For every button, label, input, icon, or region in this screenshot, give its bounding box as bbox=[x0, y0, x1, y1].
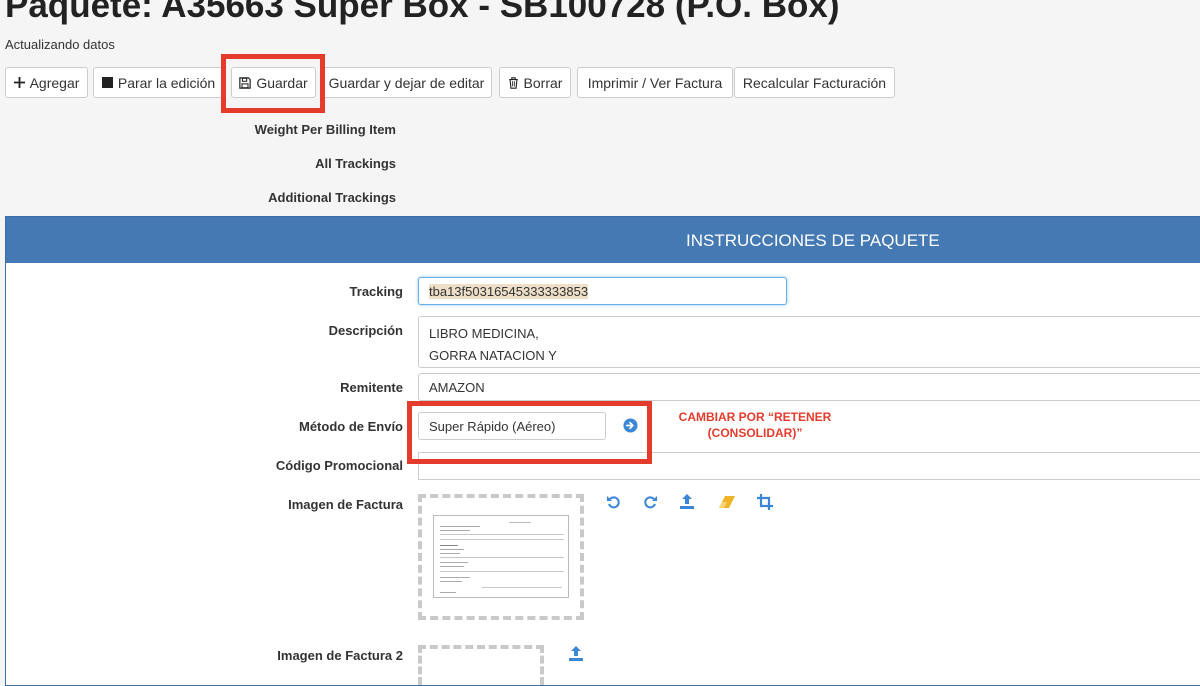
print-invoice-label: Imprimir / Ver Factura bbox=[587, 74, 723, 91]
panel-header: INSTRUCCIONES DE PAQUETE bbox=[6, 217, 1200, 263]
trash-icon bbox=[508, 76, 518, 89]
promo-code-input[interactable] bbox=[418, 452, 607, 480]
upload-icon[interactable] bbox=[679, 493, 695, 510]
description-label: Descripción bbox=[328, 323, 403, 338]
description-textarea[interactable] bbox=[418, 316, 1200, 368]
annotation-line-1: CAMBIAR POR “RETENER bbox=[678, 410, 832, 424]
arrow-right-circle-icon[interactable] bbox=[623, 418, 638, 433]
annotation-text: CAMBIAR POR “RETENER (CONSOLIDAR)” bbox=[655, 409, 855, 441]
invoice-image-label: Imagen de Factura bbox=[288, 497, 403, 512]
crop-icon[interactable] bbox=[757, 494, 773, 510]
recalculate-billing-label: Recalcular Facturación bbox=[742, 74, 887, 91]
save-and-stop-label: Guardar y dejar de editar bbox=[328, 74, 485, 91]
delete-button-label: Borrar bbox=[523, 74, 563, 91]
invoice-thumbnail bbox=[433, 515, 569, 598]
stop-editing-button[interactable]: Parar la edición bbox=[93, 67, 224, 98]
eraser-icon[interactable] bbox=[718, 495, 736, 509]
promo-code-field-right bbox=[607, 452, 1200, 480]
invoice-image-dropzone[interactable] bbox=[418, 494, 584, 620]
save-button-label: Guardar bbox=[256, 74, 308, 91]
weight-per-billing-label: Weight Per Billing Item bbox=[254, 122, 396, 137]
tracking-label: Tracking bbox=[349, 284, 403, 299]
additional-trackings-label: Additional Trackings bbox=[268, 190, 396, 205]
add-button[interactable]: Agregar bbox=[5, 67, 88, 98]
shipping-method-label: Método de Envío bbox=[299, 419, 403, 434]
add-button-label: Agregar bbox=[29, 74, 80, 91]
recalculate-billing-button[interactable]: Recalcular Facturación bbox=[734, 67, 895, 98]
shipping-method-input[interactable] bbox=[418, 412, 606, 440]
print-invoice-button[interactable]: Imprimir / Ver Factura bbox=[577, 67, 733, 98]
annotation-line-2: (CONSOLIDAR)” bbox=[707, 426, 803, 440]
invoice-image-2-label: Imagen de Factura 2 bbox=[277, 648, 403, 663]
floppy-disk-icon bbox=[239, 76, 252, 89]
sender-label: Remitente bbox=[340, 380, 403, 395]
page-title: Paquete: A35663 Super Box - SB100728 (P.… bbox=[5, 0, 840, 25]
save-and-stop-button[interactable]: Guardar y dejar de editar bbox=[321, 67, 492, 98]
stop-icon bbox=[101, 77, 113, 88]
rotate-right-icon[interactable] bbox=[642, 494, 658, 510]
status-text: Actualizando datos bbox=[5, 37, 115, 52]
tracking-input[interactable]: tba13f50316545333333853 bbox=[418, 277, 787, 305]
upload-icon[interactable] bbox=[568, 645, 584, 662]
all-trackings-label: All Trackings bbox=[315, 156, 396, 171]
panel-title: INSTRUCCIONES DE PAQUETE bbox=[686, 231, 940, 250]
invoice-image-2-dropzone[interactable] bbox=[418, 645, 544, 685]
promo-code-label: Código Promocional bbox=[275, 458, 403, 473]
stop-editing-label: Parar la edición bbox=[117, 74, 216, 91]
tracking-value: tba13f50316545333333853 bbox=[429, 284, 589, 299]
rotate-left-icon[interactable] bbox=[606, 494, 622, 510]
save-button[interactable]: Guardar bbox=[231, 67, 316, 98]
sender-input[interactable] bbox=[418, 373, 1200, 401]
plus-icon bbox=[13, 77, 25, 88]
delete-button[interactable]: Borrar bbox=[499, 67, 571, 98]
